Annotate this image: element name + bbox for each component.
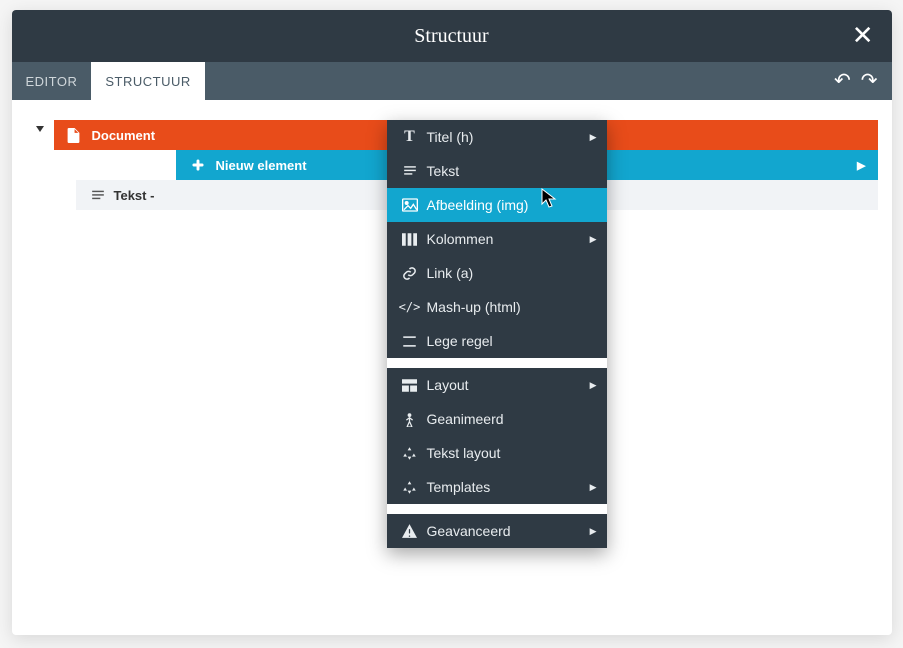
tree-row-tekst-label: Tekst - [114,188,155,203]
image-icon [399,198,421,212]
content-area: Document Nieuw element ▶ Tekst - [12,100,892,635]
menu-separator [387,358,607,368]
code-icon: </> [399,300,421,314]
plus-icon [188,158,208,172]
context-menu: T Titel (h) ▶ Tekst Afbeelding (im [387,120,607,548]
chevron-right-icon: ▶ [590,132,597,143]
tab-editor[interactable]: EDITOR [12,62,92,100]
menu-item-tekst[interactable]: Tekst [387,154,607,188]
menu-item-tekst-layout[interactable]: Tekst layout [387,436,607,470]
layout-icon [399,379,421,392]
menu-item-kolommen[interactable]: Kolommen ▶ [387,222,607,256]
menu-item-mashup[interactable]: </> Mash-up (html) [387,290,607,324]
menu-item-geanimeerd[interactable]: Geanimeerd [387,402,607,436]
menu-item-layout-label: Layout [427,377,469,393]
tab-structuur[interactable]: STRUCTUUR [91,62,204,100]
modal-window: Structuur ✕ EDITOR STRUCTUUR ↶ ↷ Documen… [12,10,892,635]
type-icon: T [399,128,421,146]
close-icon[interactable]: ✕ [852,23,874,49]
recycle-icon [399,446,421,461]
text-lines-icon [399,165,421,177]
menu-item-titel-label: Titel (h) [427,129,474,145]
text-lines-icon [88,189,108,202]
warning-icon [399,524,421,538]
menu-separator [387,504,607,514]
recycle-icon [399,480,421,495]
tab-editor-label: EDITOR [26,74,78,89]
titlebar-title: Structuur [414,25,488,48]
document-icon [64,128,84,143]
tabbar: EDITOR STRUCTUUR ↶ ↷ [12,62,892,100]
link-icon [399,266,421,281]
undo-icon[interactable]: ↶ [834,71,851,91]
menu-item-mashup-label: Mash-up (html) [427,299,521,315]
menu-item-afbeelding[interactable]: Afbeelding (img) [387,188,607,222]
chevron-right-icon: ▶ [590,234,597,245]
chevron-right-icon: ▶ [590,526,597,537]
spacer-icon [399,335,421,348]
menu-item-afbeelding-label: Afbeelding (img) [427,197,529,213]
tabbar-actions: ↶ ↷ [834,71,878,91]
menu-item-geanimeerd-label: Geanimeerd [427,411,504,427]
menu-item-link[interactable]: Link (a) [387,256,607,290]
menu-item-tekst-label: Tekst [427,163,460,179]
menu-item-link-label: Link (a) [427,265,474,281]
columns-icon [399,233,421,246]
tree-row-document-label: Document [92,128,156,143]
menu-item-kolommen-label: Kolommen [427,231,494,247]
chevron-right-icon: ▶ [590,380,597,391]
tree-collapse-icon[interactable] [36,126,44,132]
menu-item-geavanceerd[interactable]: Geavanceerd ▶ [387,514,607,548]
chevron-right-icon: ▶ [857,159,865,172]
menu-item-templates-label: Templates [427,479,491,495]
titlebar: Structuur ✕ [12,10,892,62]
menu-item-layout[interactable]: Layout ▶ [387,368,607,402]
animation-icon [399,412,421,427]
tree-row-nieuw-element-label: Nieuw element [216,158,307,173]
menu-item-templates[interactable]: Templates ▶ [387,470,607,504]
menu-item-tekst-layout-label: Tekst layout [427,445,501,461]
chevron-right-icon: ▶ [590,482,597,493]
redo-icon[interactable]: ↷ [861,71,878,91]
menu-item-titel[interactable]: T Titel (h) ▶ [387,120,607,154]
menu-item-lege-regel-label: Lege regel [427,333,493,349]
tab-structuur-label: STRUCTUUR [105,74,190,89]
menu-item-lege-regel[interactable]: Lege regel [387,324,607,358]
menu-item-geavanceerd-label: Geavanceerd [427,523,511,539]
